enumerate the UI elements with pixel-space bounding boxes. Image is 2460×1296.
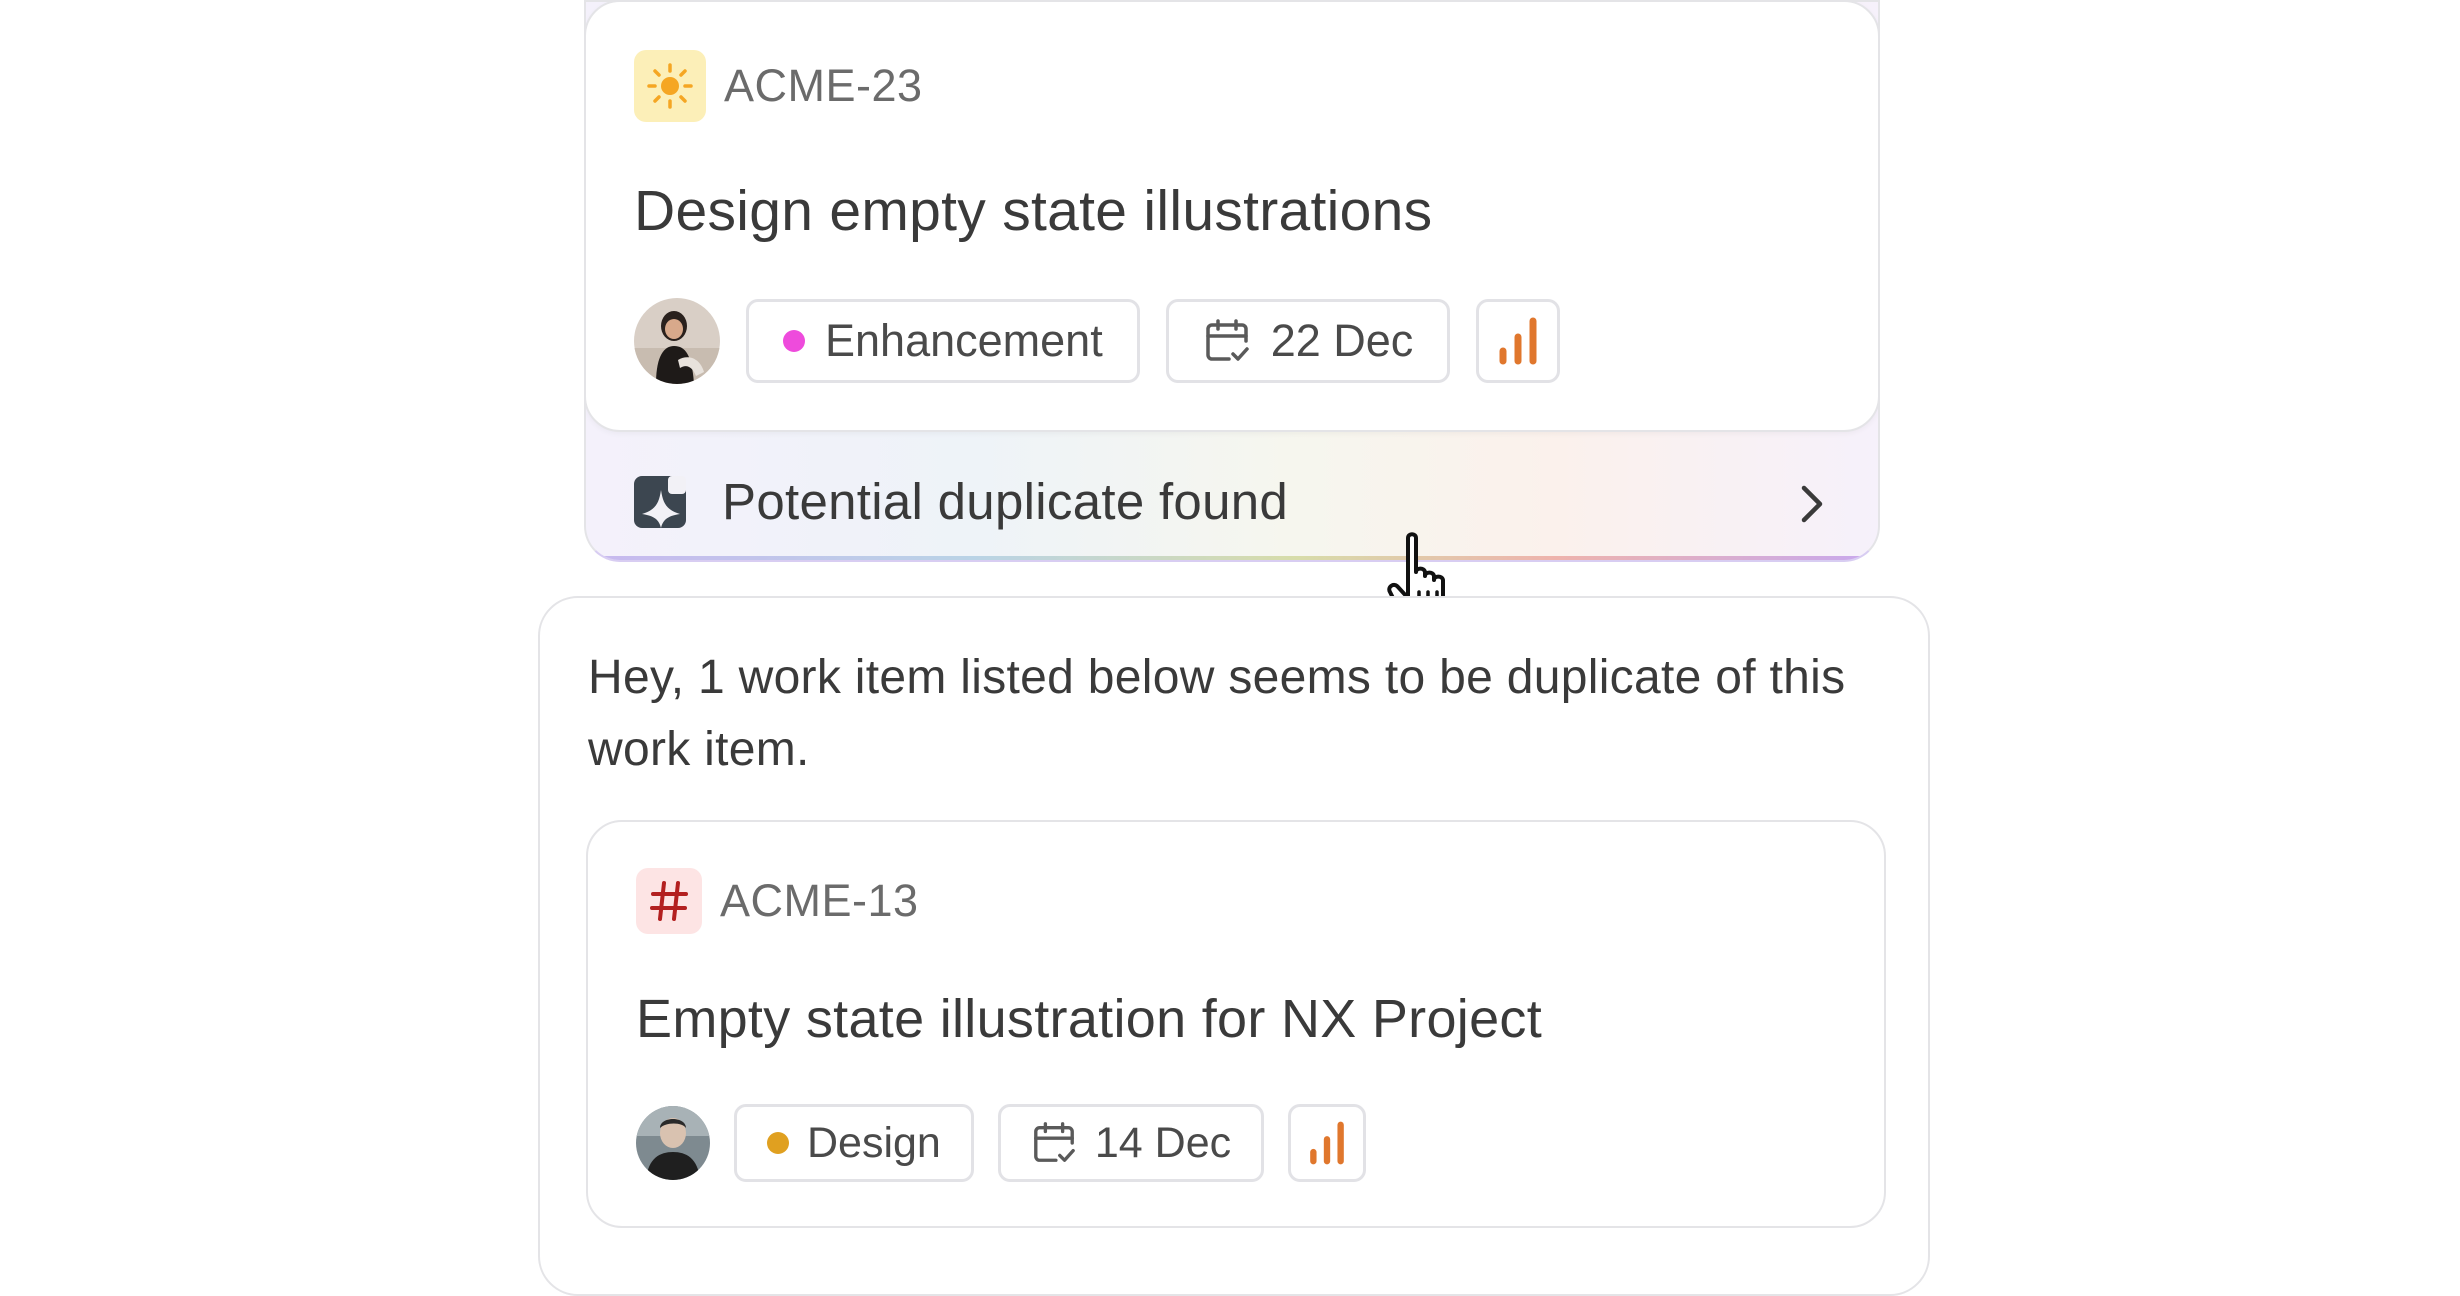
work-item-title[interactable]: Empty state illustration for NX Project [636,988,1542,1050]
assignee-avatar[interactable] [636,1106,710,1180]
duplicate-message: Hey, 1 work item listed below seems to b… [588,651,1846,776]
work-item-card[interactable]: ACME-23 Design empty state illustrations… [586,2,1878,432]
calendar-check-icon [1033,1122,1075,1162]
label-color-dot [767,1132,789,1154]
duplicate-banner[interactable]: Potential duplicate found [634,472,1288,531]
work-item-title[interactable]: Design empty state illustrations [634,178,1432,244]
work-item-id: ACME-23 [724,60,923,111]
work-item-id-row: ACME-13 [636,868,919,934]
label-color-dot [783,330,805,352]
due-date-text: 22 Dec [1270,315,1414,366]
label-text: Design [807,1118,941,1167]
priority-button[interactable] [1476,299,1561,383]
duplicate-suggestion-panel: Hey, 1 work item listed below seems to b… [538,596,1930,1296]
duplicate-banner-text: Potential duplicate found [722,473,1289,530]
calendar-check-icon [1205,319,1249,361]
sparkle-icon [634,475,686,528]
duplicate-work-item-card[interactable]: ACME-13 Empty state illustration for NX … [586,820,1886,1228]
due-date-pill[interactable]: 14 Dec [997,1104,1265,1182]
work-item-id-row: ACME-23 [634,50,923,122]
chevron-right-icon[interactable] [1798,482,1826,526]
priority-button[interactable] [1288,1104,1367,1182]
assignee-avatar[interactable] [634,298,720,384]
priority-high-icon [1499,317,1537,365]
work-item-id: ACME-13 [720,875,919,926]
due-date-text: 14 Dec [1094,1118,1232,1167]
hash-icon [636,868,702,934]
label-pill[interactable]: Design [734,1104,974,1182]
work-item-card-with-duplicate-banner: ACME-23 Design empty state illustrations… [584,0,1880,562]
label-pill[interactable]: Enhancement [746,299,1140,383]
sun-icon [634,50,706,122]
work-item-properties: Design 14 Dec [636,1104,1367,1182]
work-item-properties: Enhancement 22 Dec [634,298,1561,384]
due-date-pill[interactable]: 22 Dec [1165,299,1451,383]
priority-high-icon [1310,1121,1344,1165]
label-text: Enhancement [825,315,1103,366]
